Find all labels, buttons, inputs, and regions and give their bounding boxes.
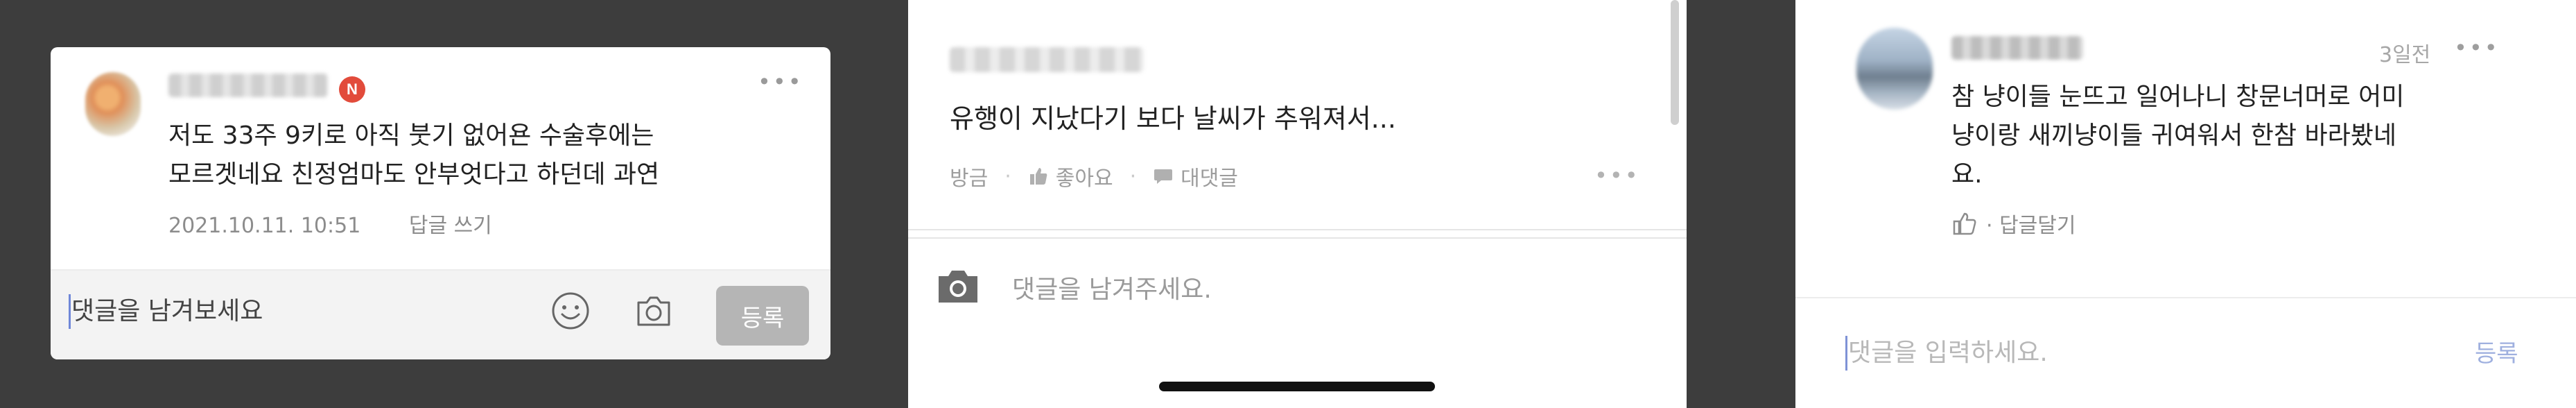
comment-panel-2: 유행이 지났다기 보다 날씨가 추워져서... 방금 · 좋아요 · 대댓글 •…: [908, 0, 1687, 408]
comment-line: 모르겟네요 친정엄마도 안부엇다고 하던데 과연: [168, 160, 660, 189]
home-indicator[interactable]: [1159, 382, 1435, 391]
comment-text: 참 냥이들 눈뜨고 일어나니 창문너머로 어미 냥이랑 새끼냥이들 귀여워서 한…: [1951, 78, 2520, 194]
camera-icon[interactable]: [936, 266, 980, 305]
scrollbar[interactable]: [1671, 0, 1679, 125]
comment-line: 요.: [1951, 160, 1983, 189]
comment-line: 냥이랑 새끼냥이들 귀여워서 한참 바라봤네: [1951, 121, 2396, 150]
thumbs-up-icon: [1029, 168, 1047, 185]
comment-actions: · 답글달기: [1951, 208, 2075, 239]
comment-text: 저도 33주 9키로 아직 붓기 없어욘 수술후에는 모르겟네요 친정엄마도 안…: [168, 117, 792, 194]
more-options-icon[interactable]: •••: [2454, 35, 2500, 61]
more-options-icon[interactable]: •••: [758, 68, 801, 96]
comment-panel-1: N ••• 저도 33주 9키로 아직 붓기 없어욘 수술후에는 모르겟네요 친…: [51, 47, 830, 359]
timestamp: 3일전: [2379, 43, 2431, 67]
camera-icon[interactable]: [633, 290, 675, 332]
comment-input[interactable]: 댓글을 남겨보세요: [71, 294, 263, 329]
emoji-icon[interactable]: [550, 290, 591, 332]
reply-button[interactable]: 답글 쓰기: [409, 214, 492, 238]
comment-panel-3: 3일전 ••• 참 냥이들 눈뜨고 일어나니 창문너머로 어미 냥이랑 새끼냥이…: [1795, 0, 2576, 408]
comment-line: 참 냥이들 눈뜨고 일어나니 창문너머로 어미: [1951, 83, 2405, 111]
comment-actions: 방금 · 좋아요 · 대댓글: [950, 161, 1238, 192]
timestamp: 2021.10.11. 10:51: [168, 214, 361, 238]
submit-button[interactable]: 등록: [716, 286, 809, 346]
avatar[interactable]: [85, 72, 141, 136]
speech-bubble-icon: [1154, 169, 1173, 184]
comment-input[interactable]: 댓글을 남겨주세요.: [1012, 269, 1212, 305]
text-caret: [69, 294, 71, 329]
like-button[interactable]: 좋아요: [1028, 161, 1113, 192]
reply-label: 대댓글: [1181, 167, 1238, 191]
text-caret: [1845, 336, 1847, 371]
comment-input[interactable]: 댓글을 입력하세요.: [1848, 336, 2048, 371]
reply-button[interactable]: 대댓글: [1153, 161, 1238, 192]
timestamp: 방금: [950, 167, 989, 191]
more-options-icon[interactable]: •••: [1594, 162, 1640, 189]
separator-dot: ·: [1004, 164, 1011, 189]
comment-text: 유행이 지났다기 보다 날씨가 추워져서...: [950, 103, 1396, 134]
like-label: 좋아요: [1055, 167, 1113, 191]
avatar[interactable]: [1856, 28, 1933, 110]
new-badge: N: [339, 76, 365, 103]
comment-line: 저도 33주 9키로 아직 붓기 없어욘 수술후에는: [168, 121, 654, 150]
blurred-username: [950, 47, 1144, 72]
reply-button[interactable]: · 답글달기: [1986, 208, 2075, 239]
blurred-username: [1951, 36, 2083, 60]
submit-button[interactable]: 등록: [2475, 334, 2518, 368]
divider: [908, 237, 1687, 239]
separator-dot: ·: [1129, 164, 1137, 189]
divider: [908, 229, 1687, 230]
comment-meta: 2021.10.11. 10:51 답글 쓰기: [168, 208, 492, 239]
blurred-username: [168, 74, 328, 97]
divider: [1795, 297, 2576, 298]
thumbs-up-icon[interactable]: [1951, 210, 1978, 237]
